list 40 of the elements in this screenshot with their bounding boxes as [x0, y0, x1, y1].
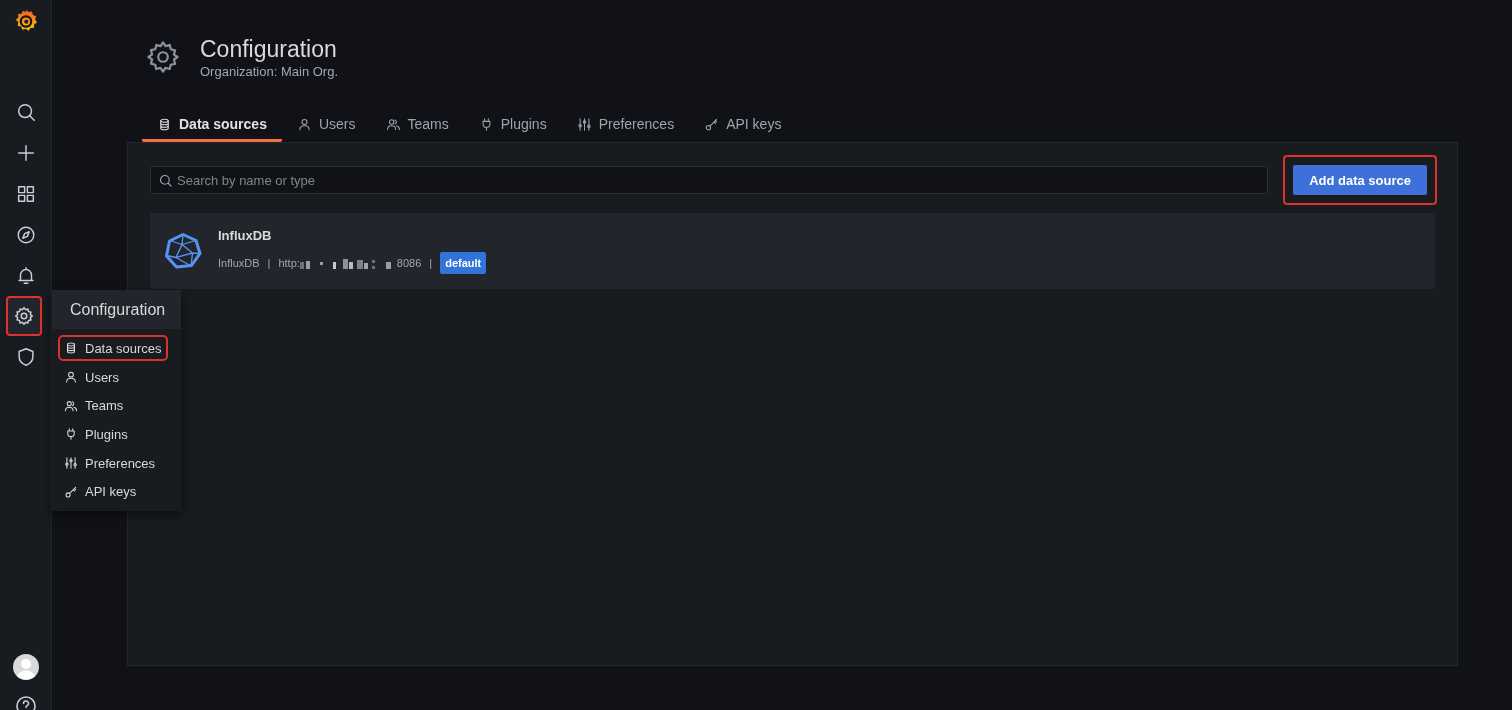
sliders-icon: [576, 116, 592, 132]
menu-item[interactable]: Plugins: [60, 420, 132, 449]
database-icon: [157, 116, 172, 132]
users-icon: [64, 398, 78, 413]
tab[interactable]: Preferences: [561, 109, 690, 142]
page-title: Configuration: [200, 35, 338, 63]
sidebar-item[interactable]: [6, 296, 42, 336]
sliders-icon: [64, 456, 78, 471]
key-icon: [64, 484, 78, 499]
polyhedron-icon: [164, 232, 202, 270]
users-icon: [385, 116, 401, 132]
settings-icon: [144, 38, 182, 76]
plug-icon: [64, 427, 78, 442]
settings-icon: [13, 305, 35, 327]
menu-item[interactable]: Data sources: [60, 337, 166, 359]
add-data-source-button[interactable]: Add data source: [1293, 165, 1427, 195]
key-icon: [704, 116, 720, 132]
user-icon: [64, 370, 78, 385]
user-icon: [296, 116, 312, 132]
menu-item[interactable]: Teams: [60, 391, 128, 421]
tab[interactable]: Users: [281, 109, 371, 142]
separator: |: [267, 257, 271, 269]
tab[interactable]: API keys: [689, 109, 797, 142]
datasource-name: InfluxDB: [218, 228, 273, 243]
datasource-port: 8086: [396, 257, 422, 269]
default-badge: default: [440, 252, 487, 274]
avatar-icon[interactable]: [12, 654, 39, 680]
menu-item[interactable]: Users: [60, 362, 123, 392]
page-subtitle: Organization: Main Org.: [200, 64, 338, 79]
tab[interactable]: Plugins: [463, 109, 562, 142]
tab[interactable]: Teams: [370, 109, 464, 142]
datasource-type: InfluxDB: [218, 257, 260, 269]
datasource-card[interactable]: InfluxDB InfluxDB | http: 8086 | default: [150, 213, 1435, 289]
menu-item[interactable]: Preferences: [60, 448, 160, 478]
database-icon: [64, 341, 78, 355]
menu-title: Configuration: [52, 290, 181, 329]
search-field[interactable]: Search by name or type: [150, 166, 1269, 194]
separator: |: [429, 257, 433, 269]
menu-item[interactable]: API keys: [60, 477, 141, 507]
datasource-url: http:: [278, 257, 300, 269]
